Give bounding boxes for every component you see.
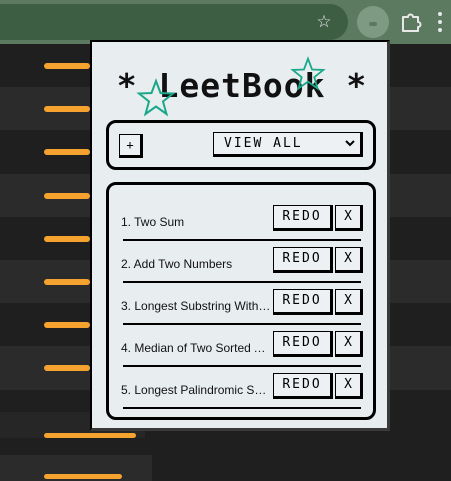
star-icon (136, 78, 176, 117)
bookmark-star-icon[interactable]: ☆ (313, 11, 335, 33)
list-item: 4. Median of Two Sorted Arrays REDO X (121, 331, 363, 373)
problem-name[interactable]: 5. Longest Palindromic Substring (121, 383, 273, 397)
address-bar[interactable] (0, 4, 348, 40)
chevron-down-icon (345, 133, 355, 161)
problem-list: 1. Two Sum REDO X 2. Add Two Numbers RED… (106, 182, 376, 420)
kebab-menu-icon[interactable] (436, 10, 444, 34)
redo-button[interactable]: REDO (273, 373, 333, 399)
list-item: 1. Two Sum REDO X (121, 205, 363, 247)
star-icon (290, 56, 326, 91)
filter-selected-value: VIEW ALL (224, 136, 303, 151)
remove-button[interactable]: X (335, 373, 363, 399)
leetbook-extension-icon[interactable] (357, 6, 389, 38)
list-item: 3. Longest Substring Without Repeating C… (121, 289, 363, 331)
list-item: 2. Add Two Numbers REDO X (121, 247, 363, 289)
problem-name[interactable]: 4. Median of Two Sorted Arrays (121, 341, 273, 355)
add-problem-button[interactable]: + (119, 134, 143, 158)
divider (123, 407, 361, 409)
redo-button[interactable]: REDO (273, 289, 333, 315)
progress-bar (44, 433, 136, 438)
divider (123, 323, 361, 325)
title-area: * LeetBook * (92, 56, 387, 117)
remove-button[interactable]: X (335, 247, 363, 273)
redo-button[interactable]: REDO (273, 247, 333, 273)
progress-bar (44, 474, 122, 479)
divider (123, 239, 361, 241)
problem-name[interactable]: 2. Add Two Numbers (121, 257, 273, 271)
divider (123, 365, 361, 367)
filter-select[interactable]: VIEW ALL (213, 132, 363, 157)
remove-button[interactable]: X (335, 289, 363, 315)
divider (123, 281, 361, 283)
problem-name[interactable]: 1. Two Sum (121, 215, 273, 229)
redo-button[interactable]: REDO (273, 331, 333, 357)
browser-toolbar: ☆ (0, 0, 451, 44)
puzzle-icon[interactable] (398, 9, 424, 35)
redo-button[interactable]: REDO (273, 205, 333, 231)
remove-button[interactable]: X (335, 331, 363, 357)
controls-panel: + VIEW ALL (106, 120, 376, 170)
problem-name[interactable]: 3. Longest Substring Without Repeating C… (121, 299, 273, 313)
leetbook-popup: * LeetBook * + VIEW ALL 1. Two Sum REDO … (90, 40, 390, 431)
remove-button[interactable]: X (335, 205, 363, 231)
list-item: 5. Longest Palindromic Substring REDO X (121, 373, 363, 415)
